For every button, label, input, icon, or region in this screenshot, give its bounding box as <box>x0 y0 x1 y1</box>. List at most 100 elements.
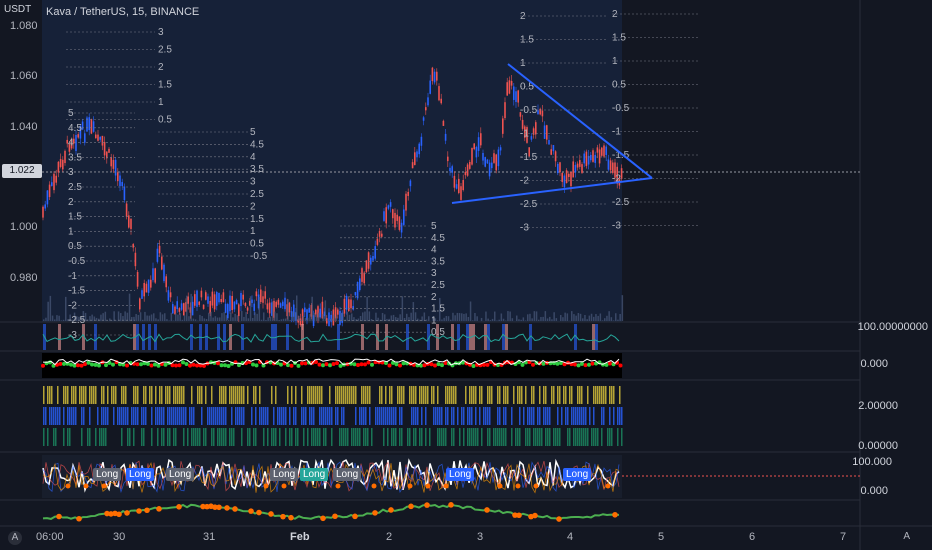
pane3-bar <box>183 407 185 425</box>
pane5-dot <box>388 507 394 513</box>
candle-body <box>462 180 464 191</box>
pane2-dot <box>387 363 392 368</box>
pane3-bar <box>159 386 161 404</box>
pane3-bar <box>567 407 569 425</box>
volume-bar <box>58 315 60 321</box>
pane5-dot <box>612 511 618 518</box>
pane3-bar <box>273 428 275 446</box>
pane3-bar <box>609 428 611 446</box>
pane3-bar <box>595 386 597 404</box>
volume-bar <box>210 311 212 321</box>
pane3-bar <box>619 407 621 425</box>
volume-bar <box>159 312 162 321</box>
volume-bar <box>170 312 173 321</box>
candle-body <box>134 252 137 267</box>
volume-bar <box>313 312 316 321</box>
fib-label: 3 <box>250 177 256 188</box>
pane3-bar <box>593 428 595 446</box>
volume-bar <box>586 319 588 321</box>
volume-bar <box>150 314 153 321</box>
pane2-dot <box>163 362 168 367</box>
pane3-bar <box>83 386 85 404</box>
pane3-bar <box>451 407 453 425</box>
fib-label: 1 <box>612 56 618 67</box>
candle-body <box>356 282 359 299</box>
pane3-bar <box>587 428 589 446</box>
pane3-bar <box>475 407 477 425</box>
time-tick: 3 <box>477 531 484 543</box>
pane3-bar <box>357 428 359 446</box>
pane2-dot <box>583 363 588 368</box>
volume-bar <box>538 319 540 321</box>
pane3-bar <box>55 428 57 446</box>
pane3-bar <box>321 407 323 425</box>
volume-bar <box>285 318 287 321</box>
long-signal-tag: Long <box>446 468 475 481</box>
pane3-bar <box>263 428 265 446</box>
fib-label: 3 <box>431 268 437 279</box>
pane3-bar <box>305 407 307 425</box>
symbol-title[interactable]: Kava / TetherUS, 15, BINANCE <box>46 6 199 18</box>
pane3-bar <box>243 407 245 425</box>
pane3-bar <box>297 428 299 446</box>
candle-body <box>367 252 370 269</box>
pane3-bar <box>53 407 55 425</box>
fib-label: 4 <box>431 245 437 256</box>
pane3-bar <box>603 386 605 404</box>
pane3-bar <box>477 428 479 446</box>
volume-bar <box>331 318 333 321</box>
volume-bar <box>494 311 496 321</box>
candle-body <box>425 107 427 111</box>
pane3-bar <box>521 386 523 404</box>
candle-body <box>444 133 447 141</box>
pane3-bar <box>345 386 347 404</box>
candle-body <box>48 184 51 198</box>
pane3-bar <box>311 407 313 425</box>
pane3-bar <box>311 386 313 404</box>
long-signal-tag: Long <box>300 468 329 481</box>
pane3-bar <box>467 428 469 446</box>
volume-bar <box>263 312 265 321</box>
pane3-bar <box>175 407 177 425</box>
volume-bar <box>104 311 107 321</box>
candle-body <box>370 257 372 265</box>
pane3-bar <box>93 386 95 404</box>
pane3-bar <box>287 386 289 404</box>
candle-body <box>469 161 471 169</box>
candle-body <box>546 125 548 140</box>
volume-bar <box>192 318 195 321</box>
volume-bar <box>595 314 597 321</box>
pane3-bar <box>115 386 117 404</box>
fib-label: 3 <box>68 167 74 178</box>
candle-body <box>57 161 60 173</box>
pane2-dot <box>149 363 154 368</box>
candle-body <box>495 154 497 171</box>
pane3-bar <box>223 428 225 446</box>
candle-body <box>464 171 467 176</box>
pane3-bar <box>421 407 423 425</box>
pane3-bar <box>253 428 255 446</box>
pane3-bar <box>75 386 77 404</box>
candle-body <box>59 159 62 167</box>
pane3-bar <box>539 428 541 446</box>
candle-body <box>238 304 240 317</box>
pane2-dot <box>520 362 525 367</box>
pane3-bar <box>491 386 493 404</box>
pane2-bg <box>42 353 622 378</box>
pane3-bar <box>221 386 223 404</box>
pane3-bar <box>541 428 543 446</box>
candle-body <box>620 168 623 179</box>
pane1-block <box>502 324 505 350</box>
pane3-bar <box>97 407 99 425</box>
pane3-bar <box>289 407 291 425</box>
pane2-dot <box>188 363 192 368</box>
pane3-bar <box>91 386 93 404</box>
auto-scale-button[interactable]: A <box>903 531 910 542</box>
timezone-icon[interactable]: A <box>8 531 22 545</box>
volume-bar <box>465 313 467 321</box>
time-tick: 4 <box>567 531 574 543</box>
volume-bar <box>166 319 168 321</box>
pane3-bar <box>323 407 325 425</box>
candle-body <box>537 110 539 115</box>
pane3-bar <box>411 407 413 425</box>
